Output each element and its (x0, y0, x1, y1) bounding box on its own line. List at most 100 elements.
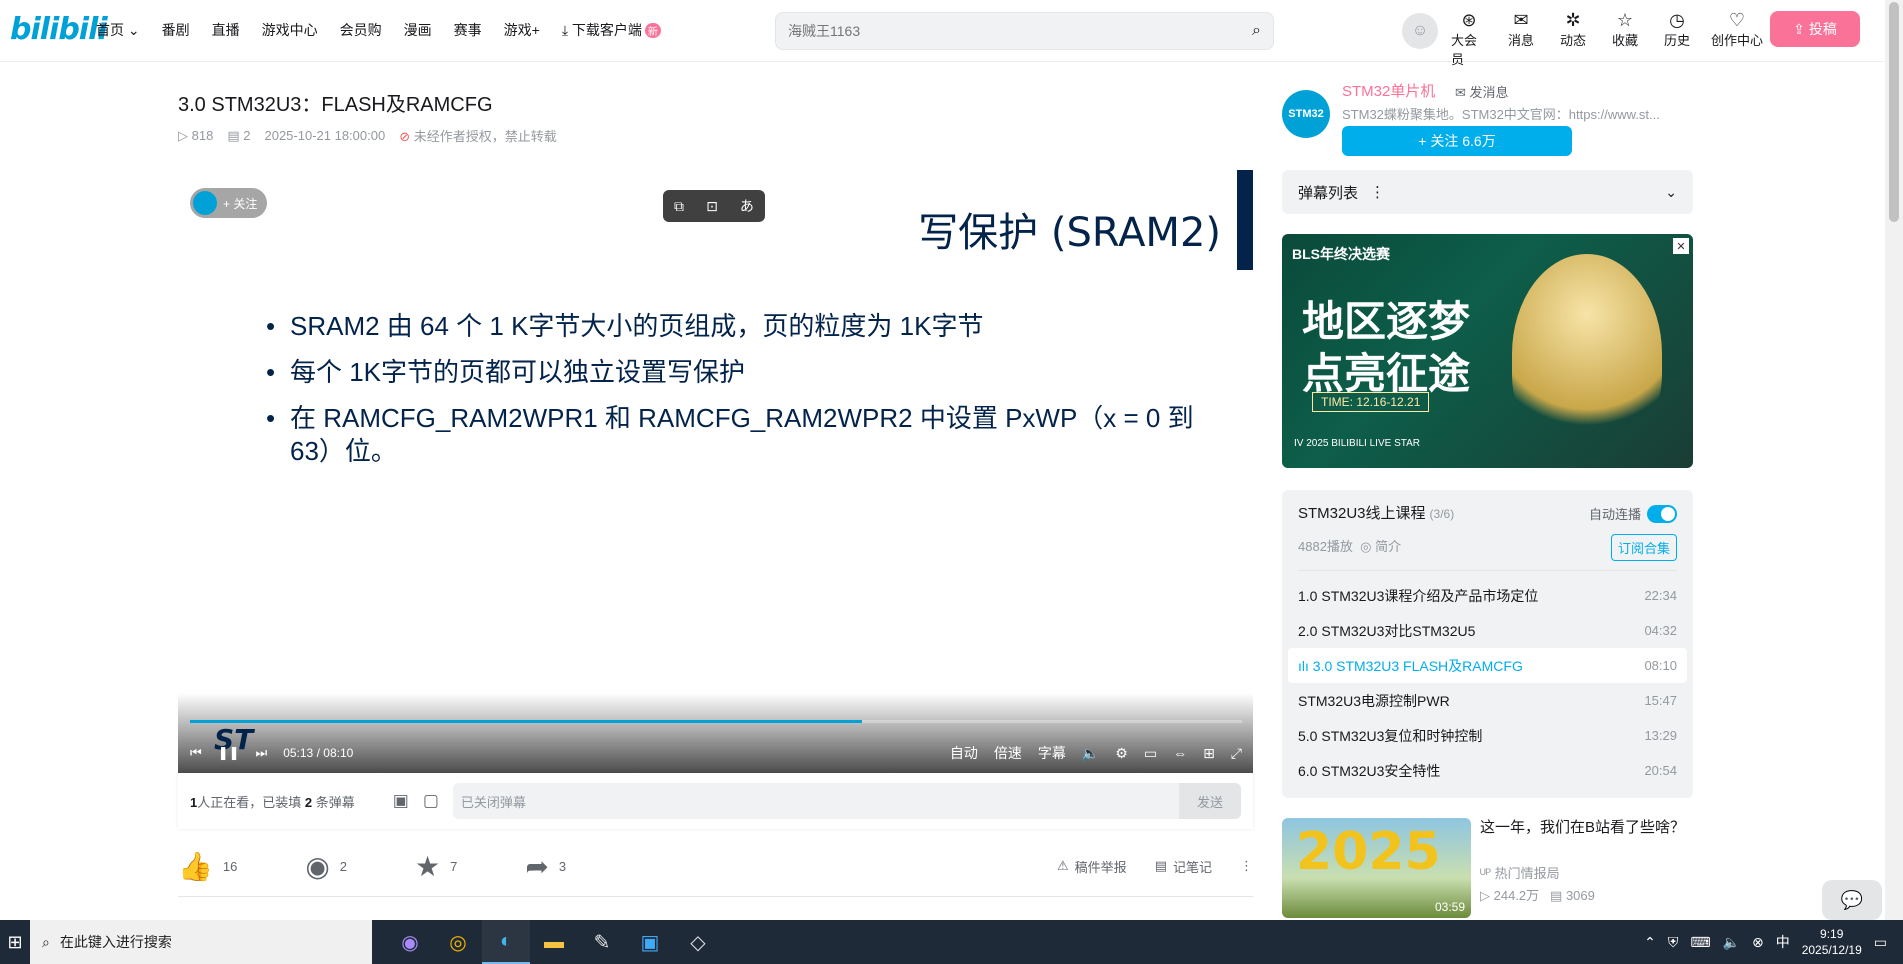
close-circle-icon[interactable]: ⊗ (1752, 934, 1764, 951)
dynamics-button[interactable]: ✲ 动态 (1555, 10, 1591, 68)
file-explorer-icon[interactable]: ▬ (530, 920, 578, 964)
nav-mall[interactable]: 会员购 (340, 20, 382, 40)
uploader-name[interactable]: STM32单片机 (1342, 80, 1435, 101)
chevron-up-icon[interactable]: ⌃ (1644, 934, 1656, 951)
views: ▷ 818 (178, 127, 214, 143)
nav-download[interactable]: ⤓ 下载客户端新 (562, 20, 661, 40)
app-icon[interactable]: ▣ (626, 920, 674, 964)
favorites-button[interactable]: ☆ 收藏 (1607, 10, 1643, 68)
playlist-item[interactable]: STM32U3电源控制PWR 15:47 (1288, 683, 1687, 718)
edge-icon[interactable]: ◐ (482, 920, 530, 964)
taskbar-search[interactable]: ⌕ 在此键入进行搜索 (30, 920, 372, 964)
bilibili-logo[interactable]: bilibili (10, 12, 108, 47)
quality-button[interactable]: 自动 (950, 743, 978, 763)
recommended-stats: ▷ 244.2万 ▤ 3069 (1480, 888, 1595, 903)
favorite-button[interactable]: ★ 7 (415, 850, 457, 883)
ad-tag: BLS年终决选赛 (1292, 246, 1390, 262)
nav-live[interactable]: 直播 (212, 20, 240, 40)
recommended-title[interactable]: 这一年，我们在B站看了些啥？ (1480, 818, 1690, 838)
subscribe-collection-button[interactable]: 订阅合集 (1610, 534, 1677, 561)
messages-button[interactable]: ✉ 消息 (1503, 10, 1539, 68)
user-avatar[interactable]: ☺ (1402, 13, 1438, 49)
nav-game-plus[interactable]: 游戏+ (504, 20, 540, 40)
send-message-button[interactable]: ✉ 发消息 (1455, 82, 1509, 101)
uploader-avatar[interactable]: STM32 (1282, 90, 1330, 138)
nav-home[interactable]: 首页 ⌄ (96, 20, 140, 40)
search-input[interactable] (788, 23, 1253, 39)
widescreen-icon[interactable]: ⇔ (1173, 745, 1187, 761)
download-icon: ⤓ (561, 22, 569, 38)
player-follow-chip[interactable]: + 关注 (190, 188, 268, 218)
notification-icon[interactable]: ▭ (1874, 934, 1887, 951)
playlist-item[interactable]: 1.0 STM32U3课程介绍及产品市场定位 22:34 (1288, 578, 1687, 613)
scrollbar-thumb[interactable] (1889, 2, 1899, 222)
follow-button[interactable]: + 关注 6.6万 (1342, 126, 1572, 156)
windows-start-icon[interactable]: ⊞ (0, 932, 30, 953)
paint-icon[interactable]: ✎ (578, 920, 626, 964)
more-icon[interactable]: ⋮ (1370, 183, 1385, 201)
pause-icon[interactable]: ❚❚ (218, 745, 240, 761)
next-icon[interactable]: ⏭ (256, 745, 268, 761)
chevron-down-icon[interactable]: ⌄ (1665, 184, 1677, 201)
customer-service-icon[interactable]: 💬 (1822, 880, 1882, 920)
progress-bar[interactable] (190, 720, 1242, 723)
volume-icon[interactable]: 🔈 (1723, 934, 1740, 951)
speed-button[interactable]: 倍速 (994, 743, 1022, 763)
search-icon[interactable]: ⌕ (1252, 22, 1261, 40)
ad-banner[interactable]: BLS年终决选赛 地区逐梦 点亮征途 TIME: 12.16-12.21 IV 2… (1282, 234, 1693, 468)
more-icon[interactable]: ⋮ (1240, 858, 1253, 874)
share-button[interactable]: ➦ 3 (525, 850, 566, 883)
web-fullscreen-icon[interactable]: ⊞ (1203, 745, 1215, 762)
danmaku-toggle-icon[interactable]: ▣ (393, 791, 409, 811)
defender-icon[interactable]: ⛨ (1668, 934, 1679, 951)
like-button[interactable]: 👍 16 (178, 850, 237, 883)
network-icon[interactable]: ⌨ (1690, 934, 1710, 951)
wind-icon: ✲ (1565, 10, 1581, 30)
playlist-item-active[interactable]: ılı 3.0 STM32U3 FLASH及RAMCFG 08:10 (1288, 648, 1687, 683)
prev-icon[interactable]: ⏮ (190, 745, 202, 761)
creator-center-button[interactable]: ♡ 创作中心 (1711, 10, 1763, 68)
video-player[interactable]: 写保护 (SRAM2) SRAM2 由 64 个 1 K字节大小的页组成，页的粒… (178, 170, 1253, 773)
autoplay-toggle[interactable]: 自动连播 (1589, 504, 1677, 523)
nav-anime[interactable]: 番剧 (162, 20, 190, 40)
mini-player-icon[interactable]: ▭ (1144, 745, 1157, 762)
pip-icon[interactable]: ⧉ (674, 198, 684, 215)
notes-button[interactable]: ▤ 记笔记 (1155, 857, 1212, 876)
close-icon[interactable]: ✕ (1673, 238, 1689, 254)
nav-game-center[interactable]: 游戏中心 (262, 20, 318, 40)
screenshot-icon[interactable]: ⊡ (706, 198, 718, 215)
danmaku-list-panel[interactable]: 弹幕列表 ⋮ ⌄ (1282, 170, 1693, 214)
danmaku-input[interactable]: 已关闭弹幕 (452, 783, 1241, 819)
report-button[interactable]: ⚠ 稿件举报 (1057, 857, 1127, 876)
translate-icon[interactable]: あ (740, 196, 754, 216)
send-button[interactable]: 发送 (1179, 783, 1241, 819)
vip-button[interactable]: ⊛ 大会员 (1451, 10, 1487, 68)
fullscreen-icon[interactable]: ⤢ (1231, 745, 1242, 762)
divider (178, 896, 1253, 897)
toggle-switch[interactable] (1647, 504, 1677, 523)
coin-button[interactable]: ◉ 2 (305, 850, 347, 883)
upload-button[interactable]: ⇪ 投稿 (1770, 11, 1860, 47)
system-clock[interactable]: 9:19 2025/12/19 (1802, 926, 1862, 958)
danmaku-settings-icon[interactable]: ▢ (423, 791, 439, 811)
playlist-item[interactable]: 5.0 STM32U3复位和时钟控制 13:29 (1288, 718, 1687, 753)
recommended-video[interactable]: 2025 03:59 这一年，我们在B站看了些啥？ ᵁᴾ 热门情报局 ▷ 244… (1282, 818, 1693, 918)
tool-icon[interactable]: ◇ (674, 920, 722, 964)
nav-manga[interactable]: 漫画 (404, 20, 432, 40)
playlist-item[interactable]: 6.0 STM32U3安全特性 20:54 (1288, 753, 1687, 788)
ime-icon[interactable]: 中 (1776, 932, 1790, 952)
playlist-title: STM32U3线上课程 (3/6) (1298, 505, 1455, 522)
intro-link[interactable]: 简介 (1375, 539, 1401, 554)
taskbar-apps: ◉ ◎ ◐ ▬ ✎ ▣ ◇ (386, 920, 722, 964)
new-badge: 新 (644, 23, 661, 38)
cortana-icon[interactable]: ◉ (386, 920, 434, 964)
thumbs-up-icon: 👍 (178, 850, 213, 882)
settings-icon[interactable]: ⚙ (1115, 745, 1128, 762)
volume-icon[interactable]: 🔈 (1082, 745, 1099, 762)
subtitle-button[interactable]: 字幕 (1038, 743, 1066, 763)
chrome-icon[interactable]: ◎ (434, 920, 482, 964)
playlist-item[interactable]: 2.0 STM32U3对比STM32U5 04:32 (1288, 613, 1687, 648)
page-scrollbar[interactable] (1885, 0, 1903, 920)
nav-esports[interactable]: 赛事 (454, 20, 482, 40)
history-button[interactable]: ◷ 历史 (1659, 10, 1695, 68)
